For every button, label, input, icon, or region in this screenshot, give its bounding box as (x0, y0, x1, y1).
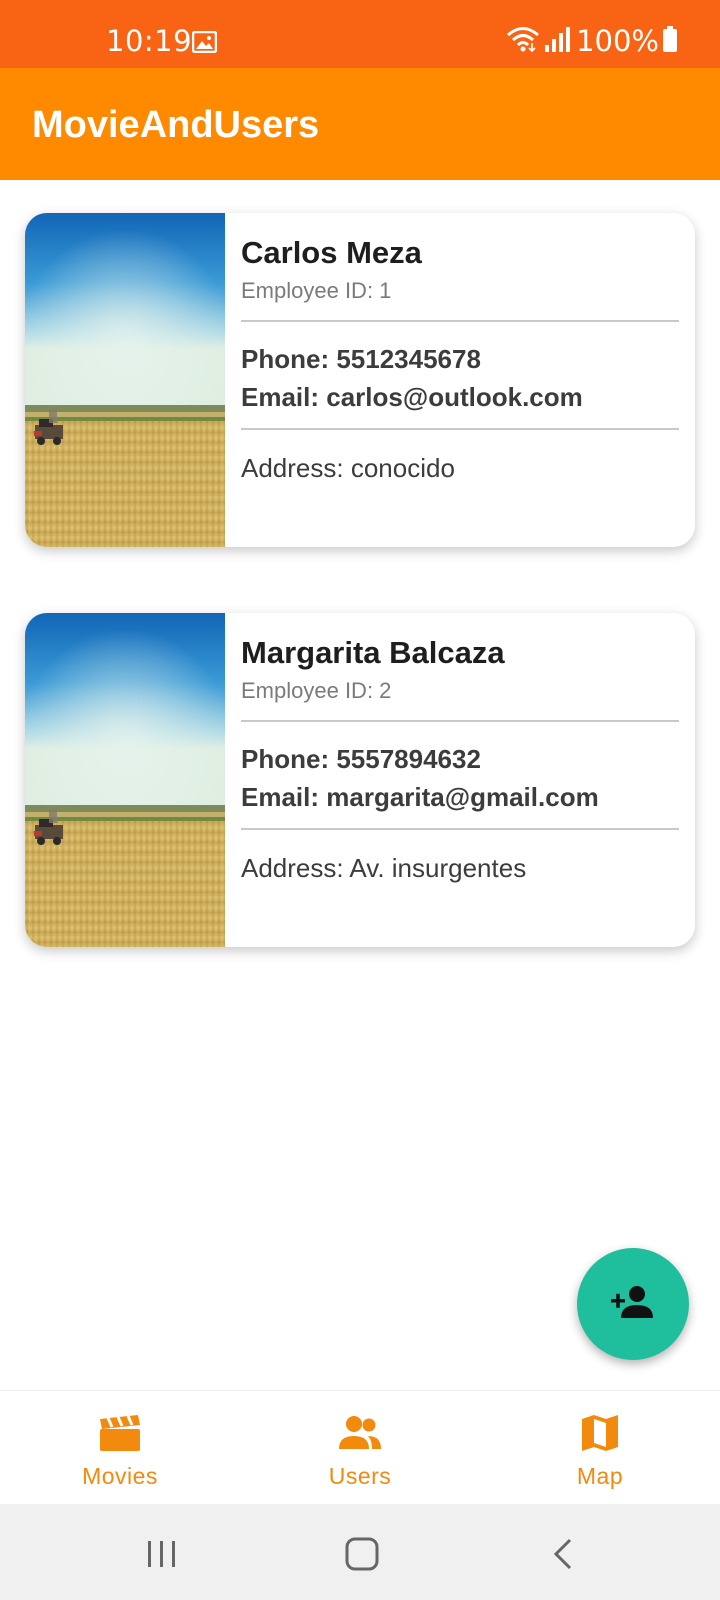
bottom-navigation: Movies Users Map (0, 1390, 720, 1504)
home-icon[interactable] (342, 1534, 382, 1574)
user-email: Email: carlos@outlook.com (241, 382, 583, 412)
divider (241, 720, 679, 722)
nav-label-movies: Movies (82, 1463, 158, 1489)
add-person-icon (609, 1284, 657, 1325)
divider (241, 320, 679, 322)
divider (241, 428, 679, 430)
user-photo (25, 213, 225, 547)
wifi-icon (506, 25, 540, 58)
user-phone: Phone: 5512345678 (241, 344, 481, 374)
nav-label-users: Users (328, 1463, 392, 1489)
add-user-button[interactable] (577, 1248, 689, 1360)
back-icon[interactable] (544, 1534, 584, 1574)
image-icon (191, 30, 218, 54)
user-card[interactable]: Margarita Balcaza Employee ID: 2 Phone: … (25, 613, 695, 947)
nav-item-movies[interactable]: Movies (0, 1391, 240, 1505)
employee-id: Employee ID: 1 (241, 278, 392, 303)
app-bar: MovieAndUsers (0, 68, 720, 180)
divider (241, 828, 679, 830)
nav-item-map[interactable]: Map (480, 1391, 720, 1505)
group-icon (338, 1413, 382, 1453)
battery-icon (662, 25, 678, 58)
system-navigation-bar (0, 1504, 720, 1600)
user-name: Carlos Meza (241, 235, 422, 270)
user-address: Address: Av. insurgentes (241, 853, 527, 883)
status-time: 10:19 (106, 24, 193, 58)
user-card[interactable]: Carlos Meza Employee ID: 1 Phone: 551234… (25, 213, 695, 547)
user-name: Margarita Balcaza (241, 635, 505, 670)
user-email: Email: margarita@gmail.com (241, 782, 599, 812)
status-right-group: 100% (506, 24, 678, 58)
status-bar: 10:19 100% (0, 0, 720, 68)
nav-label-map: Map (576, 1463, 624, 1489)
user-phone: Phone: 5557894632 (241, 744, 481, 774)
user-address: Address: conocido (241, 453, 455, 483)
clapperboard-icon (98, 1413, 142, 1453)
app-title: MovieAndUsers (32, 104, 320, 146)
signal-icon (544, 25, 571, 58)
nav-item-users[interactable]: Users (240, 1391, 480, 1505)
battery-percent: 100% (576, 24, 659, 58)
user-photo (25, 613, 225, 947)
recents-icon[interactable] (142, 1534, 182, 1574)
map-icon (578, 1413, 622, 1453)
employee-id: Employee ID: 2 (241, 678, 392, 703)
